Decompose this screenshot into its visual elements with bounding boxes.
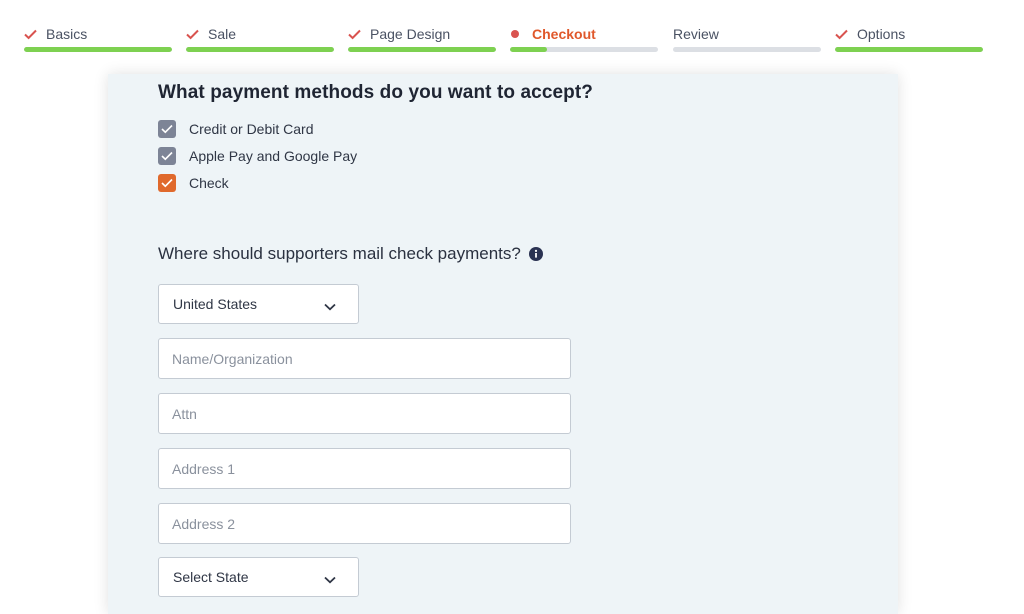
checkbox-checked-icon[interactable] xyxy=(158,174,176,192)
checkbox-checked-icon[interactable] xyxy=(158,147,176,165)
checkbox-label: Credit or Debit Card xyxy=(189,121,314,137)
checkbox-label: Apple Pay and Google Pay xyxy=(189,148,358,164)
payment-methods-heading: What payment methods do you want to acce… xyxy=(158,82,594,103)
step-progress-bar xyxy=(510,47,658,52)
active-dot-icon xyxy=(510,29,532,39)
checkmark-icon xyxy=(186,29,208,40)
checkbox-label: Check xyxy=(189,175,229,191)
country-select[interactable]: United States xyxy=(158,284,359,324)
info-circle-icon[interactable] xyxy=(528,247,543,261)
step-label: Options xyxy=(857,26,906,42)
mailing-heading: Where should supporters mail check payme… xyxy=(158,244,543,264)
checkmark-icon xyxy=(835,29,857,40)
state-select[interactable]: Select State xyxy=(158,557,359,597)
step-label: Basics xyxy=(46,26,88,42)
progress-stepper: Basics Sale Page Design Checkout Review … xyxy=(0,0,1024,74)
step-label: Checkout xyxy=(532,26,596,42)
step-sale[interactable]: Sale xyxy=(186,24,334,54)
chevron-down-icon xyxy=(324,571,336,587)
address2-input[interactable] xyxy=(158,503,571,544)
checkmark-icon xyxy=(348,29,370,40)
name-organization-input[interactable] xyxy=(158,338,571,379)
step-label: Sale xyxy=(208,26,237,42)
mailing-question: Where should supporters mail check payme… xyxy=(158,244,521,263)
checkbox-checked-icon[interactable] xyxy=(158,120,176,138)
checkmark-icon xyxy=(24,29,46,40)
step-options[interactable]: Options xyxy=(835,24,983,54)
step-checkout[interactable]: Checkout xyxy=(510,24,658,54)
country-value: United States xyxy=(173,296,258,312)
step-label: Review xyxy=(673,26,719,42)
step-label: Page Design xyxy=(370,26,451,42)
chevron-down-icon xyxy=(324,298,336,314)
step-review[interactable]: Review xyxy=(673,24,821,54)
checkbox-credit-card[interactable]: Credit or Debit Card xyxy=(158,120,314,138)
step-progress-bar xyxy=(348,47,496,52)
step-progress-bar xyxy=(24,47,172,52)
state-value: Select State xyxy=(173,569,249,585)
step-progress-bar xyxy=(186,47,334,52)
step-page-design[interactable]: Page Design xyxy=(348,24,496,54)
attn-input[interactable] xyxy=(158,393,571,434)
step-progress-bar xyxy=(673,47,821,52)
checkbox-apple-google-pay[interactable]: Apple Pay and Google Pay xyxy=(158,147,357,165)
checkbox-check[interactable]: Check xyxy=(158,174,229,192)
step-progress-bar xyxy=(835,47,983,52)
address1-input[interactable] xyxy=(158,448,571,489)
step-basics[interactable]: Basics xyxy=(24,24,172,54)
